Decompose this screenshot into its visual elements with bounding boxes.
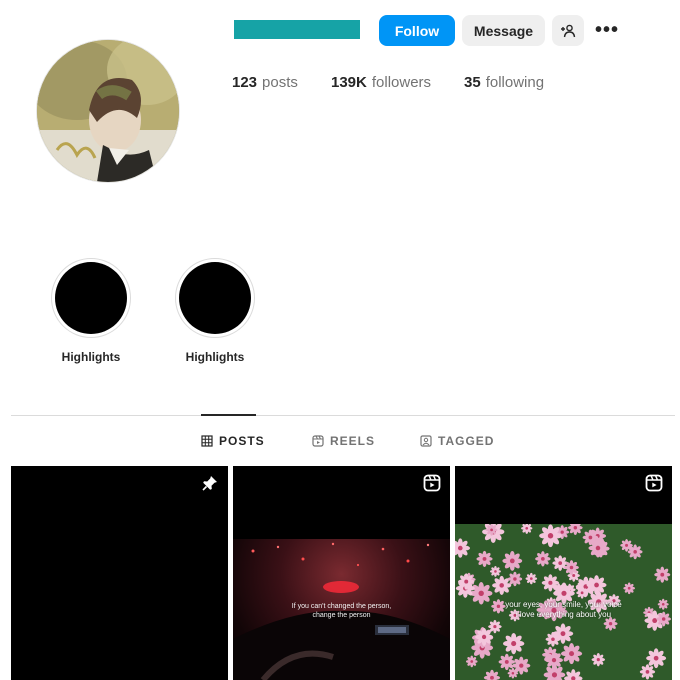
tab-reels-label: REELS [330, 434, 376, 448]
highlight-label: Highlights [61, 350, 121, 364]
follow-button[interactable]: Follow [379, 15, 455, 46]
tab-tagged[interactable]: TAGGED [420, 434, 494, 448]
followers-stat[interactable]: 139K followers [331, 74, 431, 91]
caption-line: i love everything about you [515, 610, 612, 619]
tab-tagged-label: TAGGED [438, 434, 495, 448]
caption-line: your eyes, your smile, your voice [505, 600, 622, 609]
post-thumbnail[interactable]: your eyes, your smile, your voice i love… [455, 466, 672, 680]
tabs-divider [11, 415, 675, 416]
tab-posts-label: POSTS [219, 434, 265, 448]
tagged-icon [420, 435, 432, 447]
grid-icon [201, 435, 213, 447]
highlight-cover-ring [175, 258, 255, 338]
posts-count: 123 [232, 74, 258, 91]
highlight-cover [179, 262, 251, 334]
more-options-button[interactable]: ••• [592, 15, 622, 46]
pin-icon [202, 476, 217, 491]
reel-icon [645, 474, 663, 492]
message-button[interactable]: Message [462, 15, 545, 46]
story-highlight[interactable]: Highlights [51, 258, 131, 364]
avatar-image [37, 40, 179, 182]
tab-reels[interactable]: REELS [312, 434, 375, 448]
highlight-label: Highlights [185, 350, 245, 364]
post-thumbnail[interactable] [11, 466, 228, 680]
caption-line: If you can't changed the person, [291, 603, 392, 610]
following-count: 35 [464, 74, 481, 91]
tab-posts[interactable]: POSTS [201, 434, 265, 448]
username-redacted [234, 20, 360, 39]
active-tab-indicator [201, 414, 256, 416]
person-add-icon [561, 24, 576, 37]
caption-line: change the person [312, 612, 371, 619]
followers-label: followers [371, 74, 432, 91]
followers-count: 139K [331, 74, 367, 91]
following-stat[interactable]: 35 following [464, 74, 544, 91]
post-caption: If you can't changed the person, change … [233, 602, 450, 620]
post-caption: your eyes, your smile, your voice i love… [455, 600, 672, 620]
following-label: following [485, 74, 545, 91]
suggest-accounts-button[interactable] [552, 15, 584, 46]
profile-avatar[interactable] [37, 40, 179, 182]
reel-icon [423, 474, 441, 492]
reels-icon [312, 435, 324, 447]
posts-label: posts [262, 74, 298, 91]
post-thumbnail[interactable]: If you can't changed the person, change … [233, 466, 450, 680]
story-highlight[interactable]: Highlights [175, 258, 255, 364]
posts-stat[interactable]: 123 posts [232, 74, 298, 91]
highlight-cover-ring [51, 258, 131, 338]
highlight-cover [55, 262, 127, 334]
